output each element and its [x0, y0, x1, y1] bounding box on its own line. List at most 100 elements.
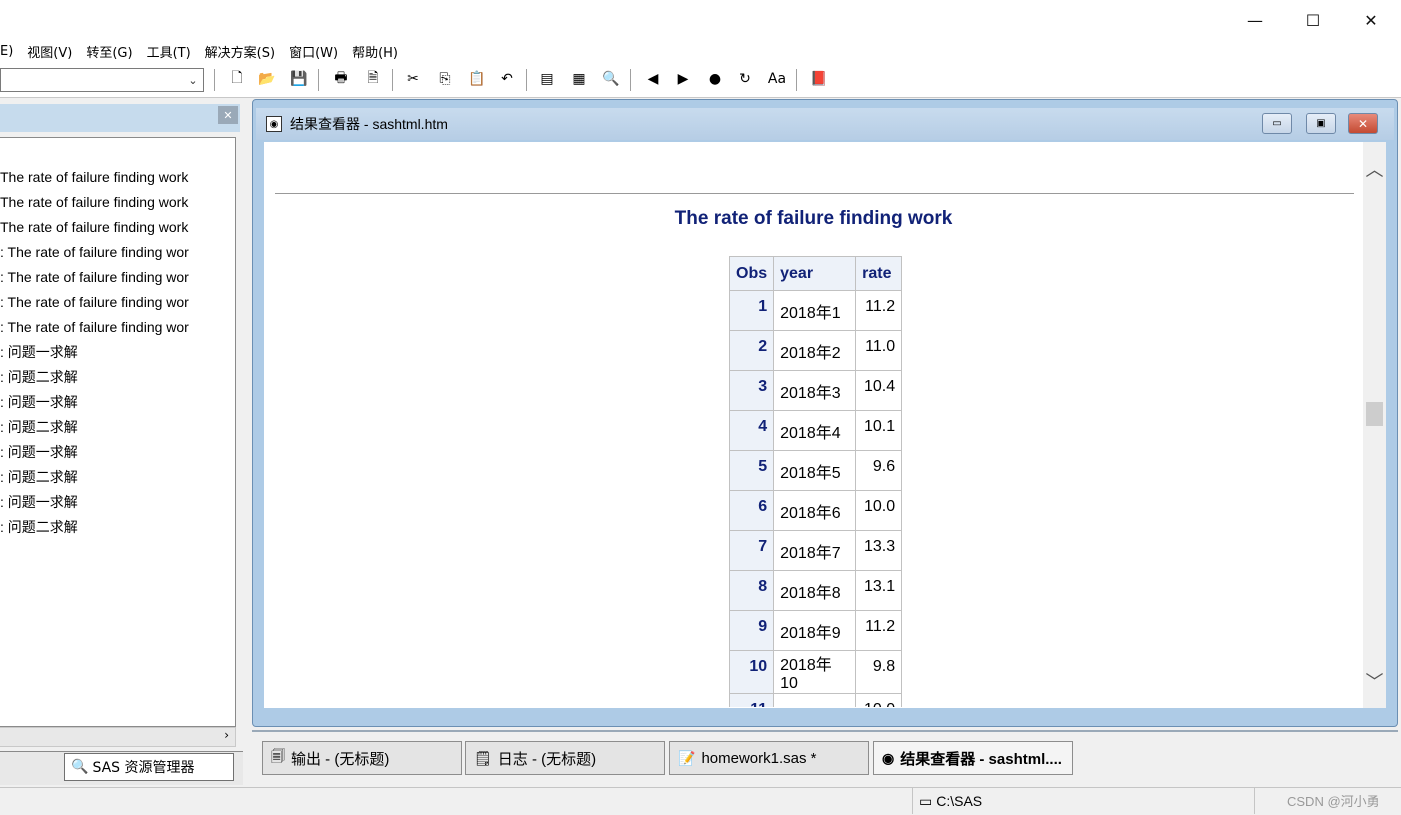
new-file-icon[interactable]: 🗋 — [226, 68, 248, 90]
save-icon[interactable]: 💾 — [288, 68, 310, 90]
restore-window-button[interactable]: ▣ — [1306, 113, 1336, 134]
menu-view[interactable]: 视图(V) — [20, 42, 79, 61]
obs-cell: 9 — [728, 610, 775, 651]
forward-icon[interactable]: ▶ — [672, 68, 694, 90]
table-row: 9 2018年9 11.2 — [728, 610, 903, 651]
horizontal-scrollbar[interactable]: › — [0, 727, 236, 747]
list-item[interactable]: : 问题一求解 — [0, 340, 78, 365]
rate-cell: 10.0 — [855, 693, 903, 707]
minimize-button[interactable]: — — [1226, 0, 1284, 40]
report-title: The rate of failure finding work — [674, 208, 953, 229]
list-item[interactable]: : The rate of failure finding wor — [0, 240, 189, 265]
chevron-right-icon[interactable]: › — [224, 728, 229, 742]
menu-window[interactable]: 窗口(W) — [282, 42, 345, 61]
print-icon[interactable]: 🖶 — [330, 68, 352, 90]
toolbar-separator — [318, 69, 319, 91]
undo-icon[interactable]: ↶ — [496, 68, 518, 90]
menu-help[interactable]: 帮助(H) — [345, 42, 405, 61]
year-cell: 2018年1 — [773, 290, 857, 331]
document-icon: ◉ — [266, 116, 282, 132]
list-item[interactable]: : 问题二求解 — [0, 465, 78, 490]
table-row: 1 2018年1 11.2 — [728, 290, 903, 331]
table-row: 3 2018年3 10.4 — [728, 370, 903, 411]
watermark: CSDN @河小勇 — [1287, 794, 1380, 809]
document-icon: ◉ — [882, 749, 895, 766]
year-cell: 2018年5 — [773, 450, 857, 491]
column-header: Obs — [728, 256, 775, 291]
tab-log[interactable]: 🗒 日志 - (无标题) — [465, 741, 665, 775]
tab-editor[interactable]: 📝 homework1.sas * — [669, 741, 869, 775]
submit-icon[interactable]: ▤ — [536, 68, 558, 90]
table-row: 5 2018年5 9.6 — [728, 450, 903, 491]
chevron-up-icon[interactable]: ︿ — [1363, 156, 1386, 182]
list-item[interactable]: : 问题一求解 — [0, 490, 78, 515]
tab-label: 日志 - (无标题) — [497, 750, 597, 768]
title-bar — [0, 0, 1401, 40]
list-item[interactable]: : 问题一求解 — [0, 440, 78, 465]
obs-cell: 2 — [728, 330, 775, 371]
table-row: 6 2018年6 10.0 — [728, 490, 903, 531]
command-combo[interactable]: ⌄ — [0, 68, 204, 92]
toolbar-separator — [526, 69, 527, 91]
list-item[interactable]: : 问题二求解 — [0, 415, 78, 440]
menu-goto[interactable]: 转至(G) — [79, 42, 139, 61]
obs-cell: 10 — [728, 650, 775, 694]
list-item[interactable]: The rate of failure finding work — [0, 190, 188, 215]
current-directory[interactable]: ▭ C:\SAS — [912, 788, 1255, 814]
year-cell: 2018年7 — [773, 530, 857, 571]
tab-label: homework1.sas * — [701, 749, 817, 767]
list-item[interactable]: : The rate of failure finding wor — [0, 290, 189, 315]
list-item[interactable]: : The rate of failure finding wor — [0, 265, 189, 290]
tab-label: SAS 资源管理器 — [92, 760, 195, 776]
open-folder-icon[interactable]: 📂 — [256, 68, 278, 90]
chevron-down-icon[interactable]: ⌄ — [185, 71, 201, 89]
tab-results-viewer[interactable]: ◉ 结果查看器 - sashtml.... — [873, 741, 1073, 775]
rate-cell: 10.1 — [855, 410, 903, 451]
year-cell: 2018年3 — [773, 370, 857, 411]
list-item[interactable]: : 问题一求解 — [0, 390, 78, 415]
obs-cell: 7 — [728, 530, 775, 571]
chevron-down-icon[interactable]: ﹀ — [1363, 668, 1386, 694]
close-button[interactable]: ✕ — [1342, 0, 1400, 40]
break-icon[interactable]: ● — [704, 68, 726, 90]
close-icon[interactable]: ✕ — [218, 106, 238, 124]
drive-icon: ▭ — [919, 792, 933, 809]
table-row: 10 2018年10 9.8 — [728, 650, 903, 694]
minimize-window-button[interactable]: ▭ — [1262, 113, 1292, 134]
explorer-icon[interactable]: ▦ — [568, 68, 590, 90]
list-item[interactable]: The rate of failure finding work — [0, 165, 188, 190]
list-item[interactable]: The rate of failure finding work — [0, 215, 188, 240]
tab-output[interactable]: 🗐 输出 - (无标题) — [262, 741, 462, 775]
list-item[interactable]: : The rate of failure finding wor — [0, 315, 189, 340]
year-cell: 2018年9 — [773, 610, 857, 651]
maximize-button[interactable]: ☐ — [1284, 0, 1342, 40]
help-book-icon[interactable]: 📕 — [808, 68, 830, 90]
font-icon[interactable]: Aa — [766, 68, 788, 90]
menu-edit[interactable]: E) — [0, 44, 20, 59]
print-preview-icon[interactable]: 🗎 — [362, 68, 384, 90]
obs-cell: 3 — [728, 370, 775, 411]
tab-label: 结果查看器 - sashtml.... — [900, 750, 1062, 768]
toolbar-separator — [214, 69, 215, 91]
table-row: 7 2018年7 13.3 — [728, 530, 903, 571]
menu-solutions[interactable]: 解决方案(S) — [198, 42, 282, 61]
toolbar-separator — [630, 69, 631, 91]
paste-icon[interactable]: 📋 — [466, 68, 488, 90]
year-cell: 2018年4 — [773, 410, 857, 451]
back-icon[interactable]: ◀ — [642, 68, 664, 90]
tab-sas-explorer[interactable]: 🔍 SAS 资源管理器 — [64, 753, 234, 781]
rate-cell: 13.3 — [855, 530, 903, 571]
toolbar-separator — [392, 69, 393, 91]
close-window-button[interactable]: ✕ — [1348, 113, 1378, 134]
find-icon[interactable]: 🔍 — [600, 68, 622, 90]
results-tree: The rate of failure finding work The rat… — [0, 137, 236, 727]
vertical-scrollbar[interactable]: ︿ ﹀ — [1363, 142, 1386, 708]
list-item[interactable]: : 问题二求解 — [0, 515, 78, 540]
scrollbar-thumb[interactable] — [1366, 402, 1383, 426]
rate-cell: 11.0 — [855, 330, 903, 371]
copy-icon[interactable]: ⎘ — [434, 68, 456, 90]
list-item[interactable]: : 问题二求解 — [0, 365, 78, 390]
menu-tools[interactable]: 工具(T) — [140, 42, 198, 61]
cut-icon[interactable]: ✂ — [402, 68, 424, 90]
refresh-icon[interactable]: ↻ — [734, 68, 756, 90]
